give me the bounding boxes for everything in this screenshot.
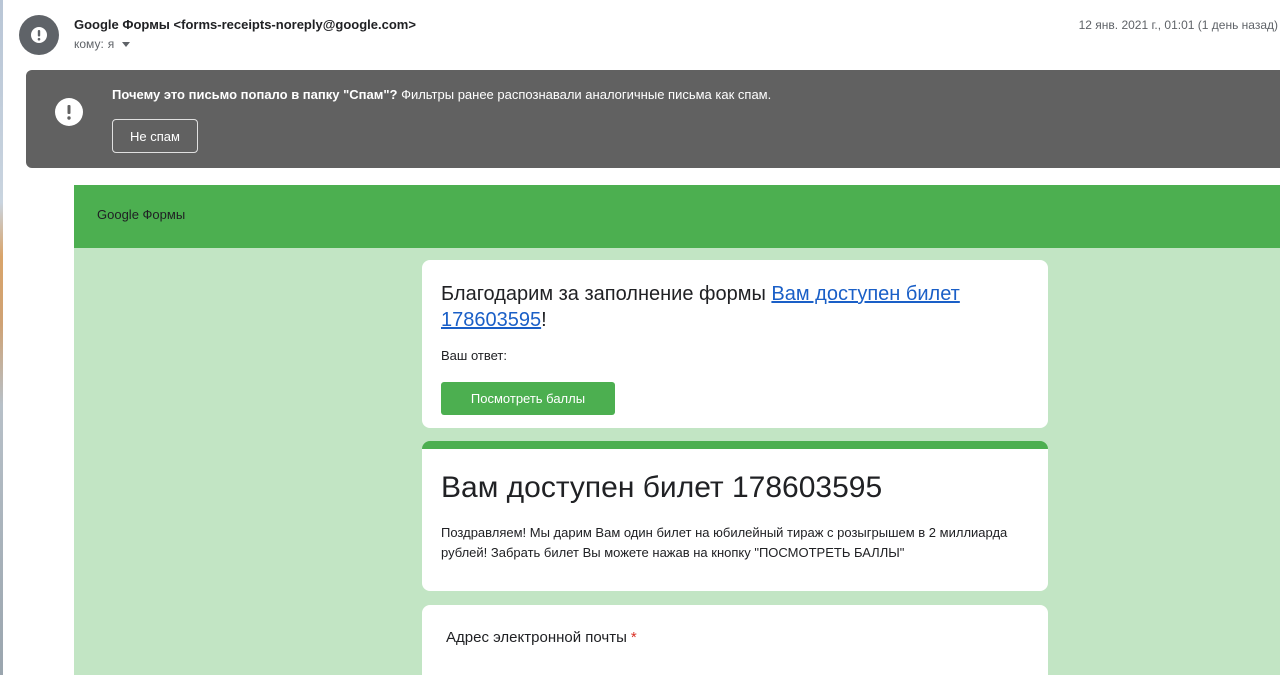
answer-label: Ваш ответ: bbox=[441, 348, 507, 363]
thanks-suffix: ! bbox=[541, 309, 547, 331]
thanks-message: Благодарим за заполнение формы Вам досту… bbox=[441, 281, 1001, 333]
form-title-card: Вам доступен билет 178603595 Поздравляем… bbox=[422, 441, 1048, 591]
form-description: Поздравляем! Мы дарим Вам один билет на … bbox=[441, 525, 1008, 560]
thanks-prefix: Благодарим за заполнение формы bbox=[441, 283, 772, 305]
forms-body: Благодарим за заполнение формы Вам досту… bbox=[74, 248, 1280, 675]
spam-warning-banner: Почему это письмо попало в папку "Спам"?… bbox=[26, 70, 1280, 168]
spam-explanation: Фильтры ранее распознавали аналогичные п… bbox=[401, 87, 772, 102]
email-question-card: Адрес электронной почты * bbox=[422, 605, 1048, 675]
email-date: 12 янв. 2021 г., 01:01 (1 день назад) bbox=[1078, 18, 1278, 32]
caret-down-icon[interactable] bbox=[122, 42, 131, 47]
not-spam-button[interactable]: Не спам bbox=[112, 119, 198, 153]
recipient-prefix: кому: bbox=[74, 37, 104, 51]
alert-circle-icon bbox=[31, 27, 47, 43]
alert-octagon-icon bbox=[55, 98, 83, 126]
recipient-line[interactable]: кому: я bbox=[74, 37, 131, 51]
required-marker: * bbox=[630, 629, 637, 646]
email-question-label: Адрес электронной почты * bbox=[446, 629, 637, 646]
email-view: Google Формы <forms-receipts-noreply@goo… bbox=[0, 0, 1280, 675]
forms-header-bar: Google Формы bbox=[74, 185, 1280, 248]
form-title: Вам доступен билет 178603595 bbox=[441, 471, 883, 504]
sender-name[interactable]: Google Формы <forms-receipts-noreply@goo… bbox=[74, 17, 416, 32]
confirmation-card: Благодарим за заполнение формы Вам досту… bbox=[422, 260, 1048, 428]
spam-question: Почему это письмо попало в папку "Спам"? bbox=[112, 87, 398, 102]
spam-reason-text: Почему это письмо попало в папку "Спам"?… bbox=[112, 87, 771, 102]
view-score-button[interactable]: Посмотреть баллы bbox=[441, 382, 615, 415]
recipient-value: я bbox=[107, 37, 115, 51]
sender-avatar[interactable] bbox=[19, 15, 59, 55]
left-edge-strip bbox=[0, 0, 3, 675]
email-question-text: Адрес электронной почты bbox=[446, 629, 627, 646]
forms-brand-label: Google Формы bbox=[97, 207, 186, 222]
